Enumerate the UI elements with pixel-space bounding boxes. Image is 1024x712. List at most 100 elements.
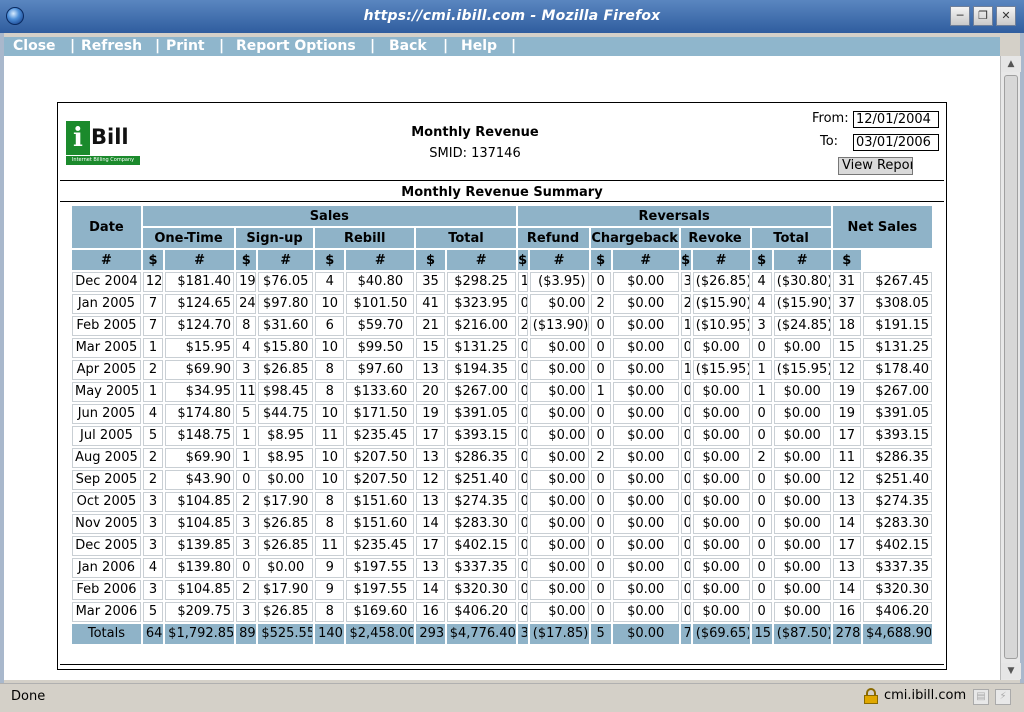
scroll-up-icon[interactable]: ▲ (1001, 56, 1021, 72)
row-date-cell: Dec 2004 (72, 272, 141, 292)
table-cell: $0.00 (773, 492, 831, 512)
table-cell: $26.85 (258, 602, 314, 622)
table-cell: 1 (680, 316, 691, 336)
table-cell: 14 (416, 514, 445, 534)
scroll-thumb[interactable] (1004, 75, 1018, 659)
table-cell: $298.25 (446, 272, 516, 292)
table-cell: $0.00 (773, 448, 831, 468)
table-cell: 0 (517, 404, 528, 424)
menu-print[interactable]: Print (166, 37, 205, 56)
vertical-scrollbar[interactable]: ▲ ▼ (1000, 56, 1021, 680)
table-cell: 1 (236, 426, 257, 446)
totals-cell: 64 (142, 624, 164, 644)
close-window-button[interactable]: ✕ (996, 6, 1016, 26)
table-cell: 19 (416, 404, 445, 424)
table-cell: $40.80 (346, 272, 415, 292)
table-cell: 0 (680, 470, 691, 490)
table-cell: $31.60 (258, 316, 314, 336)
table-cell: 0 (590, 558, 611, 578)
table-cell: $151.60 (346, 514, 415, 534)
table-cell: 2 (751, 448, 772, 468)
table-cell: $0.00 (258, 470, 314, 490)
table-cell: $0.00 (529, 580, 589, 600)
table-cell: $283.30 (862, 514, 932, 534)
header-amount: $ (416, 250, 445, 270)
table-cell: 9 (315, 580, 345, 600)
from-date-input[interactable] (853, 111, 939, 128)
table-cell: 41 (416, 294, 445, 314)
row-date-cell: Feb 2005 (72, 316, 141, 336)
table-cell: $17.90 (258, 492, 314, 512)
table-row: Oct 2005 3 $104.85 2 $17.90 8 $151.60 13 $274.35… (72, 492, 932, 512)
table-cell: $0.00 (773, 382, 831, 402)
table-cell: $0.00 (612, 338, 679, 358)
popup-blocker-icon[interactable]: ▤ (973, 689, 989, 705)
table-cell: 0 (590, 338, 611, 358)
table-cell: 16 (416, 602, 445, 622)
table-cell: 17 (832, 426, 861, 446)
table-cell: 0 (680, 580, 691, 600)
subheader-row: # $ # $ # $ # $ # $ # $ # $ # $ # $ (72, 250, 932, 270)
menu-close[interactable]: Close (13, 37, 56, 56)
table-cell: $34.95 (165, 382, 235, 402)
table-cell: 11 (832, 448, 861, 468)
menu-report-options[interactable]: Report Options (236, 37, 356, 56)
table-cell: 0 (751, 470, 772, 490)
table-cell: $59.70 (346, 316, 415, 336)
table-cell: $0.00 (612, 492, 679, 512)
table-row: May 2005 1 $34.95 11 $98.45 8 $133.60 20 $267.00… (72, 382, 932, 402)
table-cell: $17.90 (258, 580, 314, 600)
to-date-input[interactable] (853, 134, 939, 151)
table-cell: $124.70 (165, 316, 235, 336)
table-cell: $97.80 (258, 294, 314, 314)
from-label: From: (812, 111, 849, 126)
connection-icon[interactable]: ⚡ (995, 689, 1011, 705)
table-cell: $0.00 (692, 602, 750, 622)
view-report-button[interactable]: View Report (838, 157, 913, 175)
header-count: # (529, 250, 589, 270)
table-cell: $209.75 (165, 602, 235, 622)
table-cell: $0.00 (692, 426, 750, 446)
table-cell: $235.45 (346, 536, 415, 556)
header-count: # (72, 250, 141, 270)
table-cell: ($15.90) (692, 294, 750, 314)
table-cell: 0 (517, 338, 528, 358)
table-cell: $101.50 (346, 294, 415, 314)
row-date-cell: Aug 2005 (72, 448, 141, 468)
table-cell: 1 (236, 448, 257, 468)
table-cell: 8 (315, 382, 345, 402)
menu-back[interactable]: Back (389, 37, 427, 56)
table-cell: ($3.95) (529, 272, 589, 292)
menu-help[interactable]: Help (461, 37, 497, 56)
menu-refresh[interactable]: Refresh (81, 37, 142, 56)
table-cell: 0 (517, 470, 528, 490)
lock-icon[interactable] (863, 688, 879, 704)
maximize-button[interactable]: ❐ (973, 6, 993, 26)
table-cell: 12 (142, 272, 164, 292)
table-cell: 0 (680, 558, 691, 578)
table-cell: 2 (142, 448, 164, 468)
report-bottom-rule (60, 664, 944, 665)
table-cell: 3 (236, 514, 257, 534)
table-cell: $194.35 (446, 360, 516, 380)
table-cell: 8 (236, 316, 257, 336)
status-text: Done (11, 689, 46, 704)
row-date-cell: Jan 2006 (72, 558, 141, 578)
table-cell: $286.35 (862, 448, 932, 468)
table-row: Jun 2005 4 $174.80 5 $44.75 10 $171.50 19 $391.0… (72, 404, 932, 424)
table-cell: 0 (751, 602, 772, 622)
table-cell: $393.15 (862, 426, 932, 446)
table-cell: $0.00 (529, 360, 589, 380)
table-cell: 0 (517, 558, 528, 578)
row-date-cell: Jan 2005 (72, 294, 141, 314)
table-cell: $8.95 (258, 448, 314, 468)
minimize-button[interactable]: ─ (950, 6, 970, 26)
table-row: Nov 2005 3 $104.85 3 $26.85 8 $151.60 14 $283.30… (72, 514, 932, 534)
table-cell: $0.00 (612, 580, 679, 600)
table-cell: 3 (236, 360, 257, 380)
table-cell: 11 (315, 536, 345, 556)
table-cell: 13 (832, 558, 861, 578)
table-cell: 1 (751, 360, 772, 380)
totals-cell: $0.00 (612, 624, 679, 644)
scroll-down-icon[interactable]: ▼ (1001, 663, 1021, 679)
